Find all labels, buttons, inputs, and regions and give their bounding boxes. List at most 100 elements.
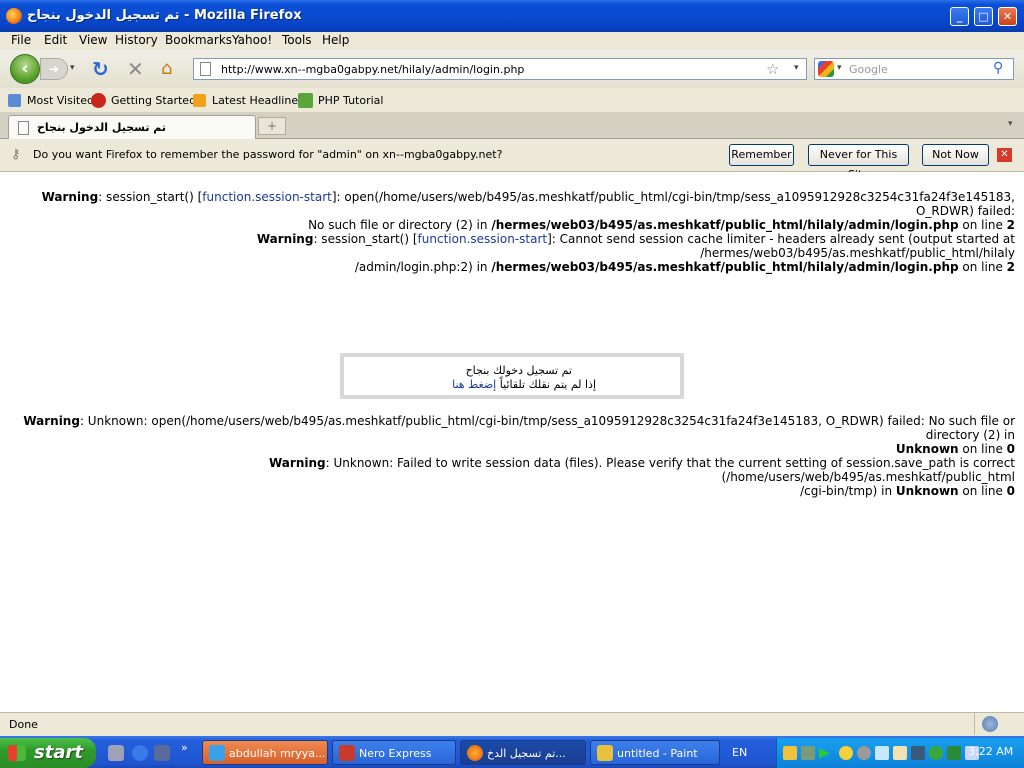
tray-app-icon[interactable] (893, 746, 907, 760)
window-titlebar: تم تسجيل الدخول بنجاح - Mozilla Firefox … (0, 0, 1024, 32)
rss-feed-icon (193, 94, 206, 107)
quicklaunch-bs-icon[interactable] (154, 745, 170, 761)
reload-icon[interactable]: ↻ (92, 57, 109, 81)
maximize-button[interactable]: □ (974, 7, 993, 26)
home-icon[interactable]: ⌂ (161, 58, 172, 79)
status-globe-icon[interactable] (982, 716, 998, 732)
getting-started-icon (91, 93, 106, 108)
url-text: http://www.xn--mgba0gabpy.net/hilaly/adm… (221, 63, 525, 76)
stop-icon[interactable]: ✕ (127, 57, 144, 81)
history-dropdown-icon[interactable]: ▾ (70, 63, 75, 73)
warning-unknown-open: Warning: Unknown: open(/home/users/web/b… (0, 414, 1015, 456)
warning-line-number: 2 (1006, 218, 1015, 232)
tray-network-icon[interactable] (801, 746, 815, 760)
minimize-button[interactable]: _ (950, 7, 969, 26)
tray-app-icon[interactable] (875, 746, 889, 760)
warning-text: /cgi-bin/tmp) in (800, 484, 896, 498)
tab-list-dropdown-icon[interactable]: ▾ (1008, 119, 1013, 129)
click-here-link[interactable]: إضغط هنا (452, 378, 496, 391)
most-visited-icon (8, 94, 21, 107)
quicklaunch-expand-icon[interactable]: » (181, 741, 188, 754)
warning-text: ]: open(/home/users/web/b495/as.meshkatf… (331, 190, 1015, 218)
firefox-icon[interactable] (6, 8, 22, 24)
google-icon[interactable] (818, 61, 834, 77)
warning-session-cache: Warning: session_start() [function.sessi… (0, 232, 1015, 274)
function-session-start-link[interactable]: function.session-start (418, 232, 548, 246)
search-icon[interactable]: ⚲ (993, 60, 1003, 76)
warning-text: : Unknown: open(/home/users/web/b495/as.… (79, 414, 1015, 442)
login-success-message: تم تسجيل دخولك بنجاح (465, 364, 572, 377)
warning-text: : session_start() [ (313, 232, 418, 246)
bookmark-star-icon[interactable]: ☆ (766, 60, 779, 78)
warning-session-open: Warning: session_start() [function.sessi… (0, 190, 1015, 232)
bookmark-latest-headlines[interactable]: Latest Headlines (212, 94, 304, 107)
function-session-start-link[interactable]: function.session-start (202, 190, 332, 204)
status-text: Done (9, 718, 38, 731)
page-icon (18, 121, 29, 135)
task-label: abdullah mryya... (229, 747, 326, 760)
menu-help[interactable]: Help (322, 33, 349, 47)
redirect-text: إذا لم يتم نقلك تلقائياً (499, 378, 596, 391)
task-nero[interactable]: Nero Express (332, 740, 456, 765)
tray-mail-icon[interactable] (783, 746, 797, 760)
tray-app-icon[interactable] (857, 746, 871, 760)
task-abdullah[interactable]: abdullah mryya... (202, 740, 328, 765)
menu-edit[interactable]: Edit (44, 33, 67, 47)
warning-file: /hermes/web03/b495/as.meshkatf/public_ht… (491, 218, 959, 232)
warning-label: Warning (23, 414, 80, 428)
task-label: untitled - Paint (617, 747, 698, 760)
task-paint[interactable]: untitled - Paint (590, 740, 720, 765)
tray-play-icon[interactable]: ▶ (819, 745, 830, 761)
not-now-button[interactable]: Not Now (922, 144, 989, 166)
forward-button[interactable]: ➜ (40, 58, 68, 80)
bookmark-getting-started[interactable]: Getting Started (111, 94, 196, 107)
warning-text: /admin/login.php:2) in (354, 260, 492, 274)
close-button[interactable]: ✕ (998, 7, 1017, 26)
back-button[interactable]: ‹ (10, 54, 40, 84)
tray-app-icon[interactable] (947, 746, 961, 760)
taskbar-clock[interactable]: 3:22 AM (968, 745, 1013, 758)
bookmark-php-tutorial[interactable]: PHP Tutorial (318, 94, 383, 107)
close-notification-icon[interactable]: ✕ (997, 148, 1012, 162)
window-title: تم تسجيل الدخول بنجاح - Mozilla Firefox (27, 8, 302, 23)
never-for-site-button[interactable]: Never for This Site (808, 144, 909, 181)
remember-button[interactable]: Remember (729, 144, 794, 166)
warning-line-number: 0 (1006, 442, 1015, 456)
task-label: Nero Express (359, 747, 432, 760)
menu-view[interactable]: View (79, 33, 107, 47)
bookmark-most-visited[interactable]: Most Visited (27, 94, 94, 107)
new-tab-button[interactable]: + (258, 117, 286, 135)
warning-label: Warning (41, 190, 99, 204)
menu-file[interactable]: File (11, 33, 31, 47)
url-dropdown-icon[interactable]: ▾ (794, 63, 799, 73)
tray-app-icon[interactable] (911, 746, 925, 760)
search-engine-dropdown-icon[interactable]: ▾ (837, 63, 842, 73)
tray-smiley-icon[interactable] (839, 746, 853, 760)
language-indicator[interactable]: EN (732, 746, 747, 759)
search-box[interactable]: ▾ Google ⚲ (814, 58, 1014, 80)
warning-text: : session_start() [ (98, 190, 203, 204)
address-bar[interactable]: http://www.xn--mgba0gabpy.net/hilaly/adm… (193, 58, 807, 80)
warning-text: on line (958, 218, 1007, 232)
menu-bookmarks[interactable]: Bookmarks (165, 33, 232, 47)
warning-text: on line (958, 484, 1007, 498)
task-firefox[interactable]: تم تسجيل الدخ... (460, 740, 586, 765)
page-content: Warning: session_start() [function.sessi… (0, 172, 1024, 712)
tab-current[interactable]: تم تسجيل الدخول بنجاح (8, 115, 256, 139)
warning-label: Warning (256, 232, 314, 246)
menu-yahoo[interactable]: Yahoo! (232, 33, 272, 47)
firefox-icon (467, 745, 483, 761)
warning-file: Unknown (895, 442, 959, 456)
status-bar: Done (0, 712, 1024, 737)
paint-icon (597, 745, 613, 761)
start-button[interactable]: start (0, 738, 96, 768)
warning-text: on line (958, 442, 1007, 456)
tab-label: تم تسجيل الدخول بنجاح (37, 121, 167, 134)
quicklaunch-ie-icon[interactable] (132, 745, 148, 761)
menu-history[interactable]: History (115, 33, 158, 47)
status-divider (974, 713, 975, 735)
menu-tools[interactable]: Tools (282, 33, 312, 47)
nero-icon (339, 745, 355, 761)
tray-app-icon[interactable] (929, 746, 943, 760)
quicklaunch-app-icon[interactable] (108, 745, 124, 761)
